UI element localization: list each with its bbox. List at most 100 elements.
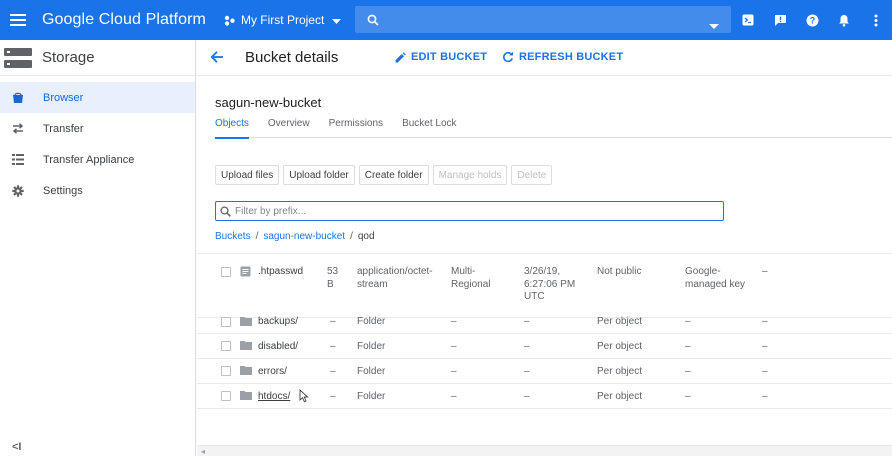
retention: –: [762, 316, 768, 327]
storage-class: –: [451, 366, 457, 377]
public-access: Per object: [597, 316, 643, 327]
menu-icon[interactable]: [0, 0, 36, 40]
public-access: Not public: [597, 266, 642, 277]
search-dropdown-icon[interactable]: [709, 16, 719, 34]
retention: –: [762, 366, 768, 377]
breadcrumb-separator: /: [350, 231, 353, 242]
public-access: Per object: [597, 341, 643, 352]
storage-icon: [4, 47, 32, 68]
tab-objects[interactable]: Objects: [215, 118, 249, 139]
folder-icon: [240, 316, 252, 326]
edit-bucket-button[interactable]: EDIT BUCKET: [395, 51, 487, 63]
folder-icon: [240, 340, 252, 350]
project-selector[interactable]: My First Project: [224, 13, 342, 27]
file-type: Folder: [357, 341, 386, 352]
edit-bucket-label: EDIT BUCKET: [411, 51, 488, 63]
collapse-sidebar-button[interactable]: <I: [12, 441, 21, 453]
page-header: Bucket details EDIT BUCKET REFRESH BUCKE…: [197, 40, 892, 76]
file-name[interactable]: htdocs/: [258, 391, 290, 404]
row-checkbox[interactable]: [221, 317, 231, 327]
sidebar-item-label: Settings: [43, 184, 83, 197]
last-modified: –: [524, 366, 530, 377]
tab-bucket-lock[interactable]: Bucket Lock: [402, 118, 456, 138]
file-name[interactable]: backups/: [258, 316, 298, 329]
file-size: –: [330, 391, 336, 402]
folder-icon: [240, 390, 252, 400]
project-name: My First Project: [240, 13, 325, 27]
breadcrumb-bucket-link[interactable]: sagun-new-bucket: [263, 231, 345, 242]
bucket-tabs: Objects Overview Permissions Bucket Lock: [215, 118, 892, 139]
filter-box[interactable]: [215, 201, 724, 221]
file-name[interactable]: .htpasswd: [258, 266, 303, 279]
sidebar-item-label: Transfer: [43, 122, 84, 135]
page-title: Bucket details: [245, 49, 339, 66]
row-checkbox[interactable]: [221, 267, 231, 277]
retention: –: [762, 341, 768, 352]
refresh-bucket-button[interactable]: REFRESH BUCKET: [502, 51, 623, 63]
file-icon: [240, 266, 251, 277]
app-title[interactable]: Google Cloud Platform: [42, 11, 206, 29]
upload-files-button[interactable]: Upload files: [215, 165, 280, 185]
retention: –: [762, 266, 768, 277]
breadcrumb-current: qod: [357, 231, 375, 242]
delete-button[interactable]: Delete: [511, 165, 553, 185]
file-size: –: [330, 316, 336, 327]
breadcrumb: Buckets / sagun-new-bucket / qod: [215, 231, 375, 242]
file-name[interactable]: disabled/: [258, 341, 298, 354]
sidebar-item-browser[interactable]: Browser: [0, 82, 195, 113]
file-size: 53 B: [327, 266, 339, 290]
encryption: –: [685, 341, 691, 352]
top-app-bar: Google Cloud Platform My First Project ?: [0, 0, 892, 40]
tab-permissions[interactable]: Permissions: [329, 118, 383, 138]
search-icon: [220, 205, 231, 217]
table-row[interactable]: errors/ – Folder – – Per object – –: [197, 359, 892, 384]
create-folder-button[interactable]: Create folder: [358, 165, 429, 185]
help-icon[interactable]: ?: [796, 0, 828, 40]
row-checkbox[interactable]: [221, 366, 231, 376]
filter-input[interactable]: [235, 205, 695, 217]
object-actions: Upload files Upload folder Create folder…: [215, 165, 553, 185]
last-modified: 3/26/19, 6:27:06 PM UTC: [524, 266, 576, 302]
tab-overview[interactable]: Overview: [268, 118, 310, 138]
manage-holds-button[interactable]: Manage holds: [432, 165, 508, 185]
file-type: Folder: [357, 366, 386, 377]
sidebar-item-transfer[interactable]: Transfer: [0, 113, 195, 144]
scroll-left-icon[interactable]: ◂: [201, 447, 205, 456]
sidebar-item-label: Transfer Appliance: [43, 153, 135, 166]
last-modified: –: [524, 391, 530, 402]
file-type: Folder: [357, 316, 386, 327]
breadcrumb-buckets-link[interactable]: Buckets: [215, 231, 251, 242]
project-icon: [224, 15, 235, 26]
chevron-down-icon: [332, 13, 342, 27]
row-checkbox[interactable]: [221, 391, 231, 401]
table-row[interactable]: disabled/ – Folder – – Per object – –: [197, 334, 892, 359]
sidebar-item-label: Browser: [43, 91, 84, 104]
sidebar-item-transfer-appliance[interactable]: Transfer Appliance: [0, 144, 195, 175]
breadcrumb-separator: /: [255, 231, 259, 242]
upload-folder-button[interactable]: Upload folder: [283, 165, 355, 185]
row-checkbox[interactable]: [221, 341, 231, 351]
gear-icon: [11, 184, 25, 198]
more-vert-icon[interactable]: [860, 0, 892, 40]
bucket-icon: [11, 91, 25, 105]
back-arrow-icon[interactable]: [210, 50, 224, 64]
transfer-icon: [11, 122, 25, 136]
table-row[interactable]: backups/ – Folder – – Per object – –: [197, 310, 892, 334]
file-name[interactable]: errors/: [258, 366, 287, 379]
objects-table-divider: [197, 253, 892, 254]
feedback-icon[interactable]: [764, 0, 796, 40]
file-type: application/octet- stream: [357, 266, 433, 290]
search-icon: [367, 14, 379, 26]
sidebar-item-settings[interactable]: Settings: [0, 175, 195, 206]
public-access: Per object: [597, 366, 643, 377]
notifications-icon[interactable]: [828, 0, 860, 40]
encryption: Google- managed key: [685, 266, 746, 290]
horizontal-scrollbar[interactable]: ◂: [197, 445, 892, 456]
list-icon: [11, 153, 25, 167]
search-input[interactable]: [355, 6, 731, 33]
public-access: Per object: [597, 391, 643, 402]
file-type: Folder: [357, 391, 386, 402]
cloud-shell-icon[interactable]: [732, 0, 764, 40]
file-size: –: [330, 366, 336, 377]
file-size: –: [330, 341, 336, 352]
